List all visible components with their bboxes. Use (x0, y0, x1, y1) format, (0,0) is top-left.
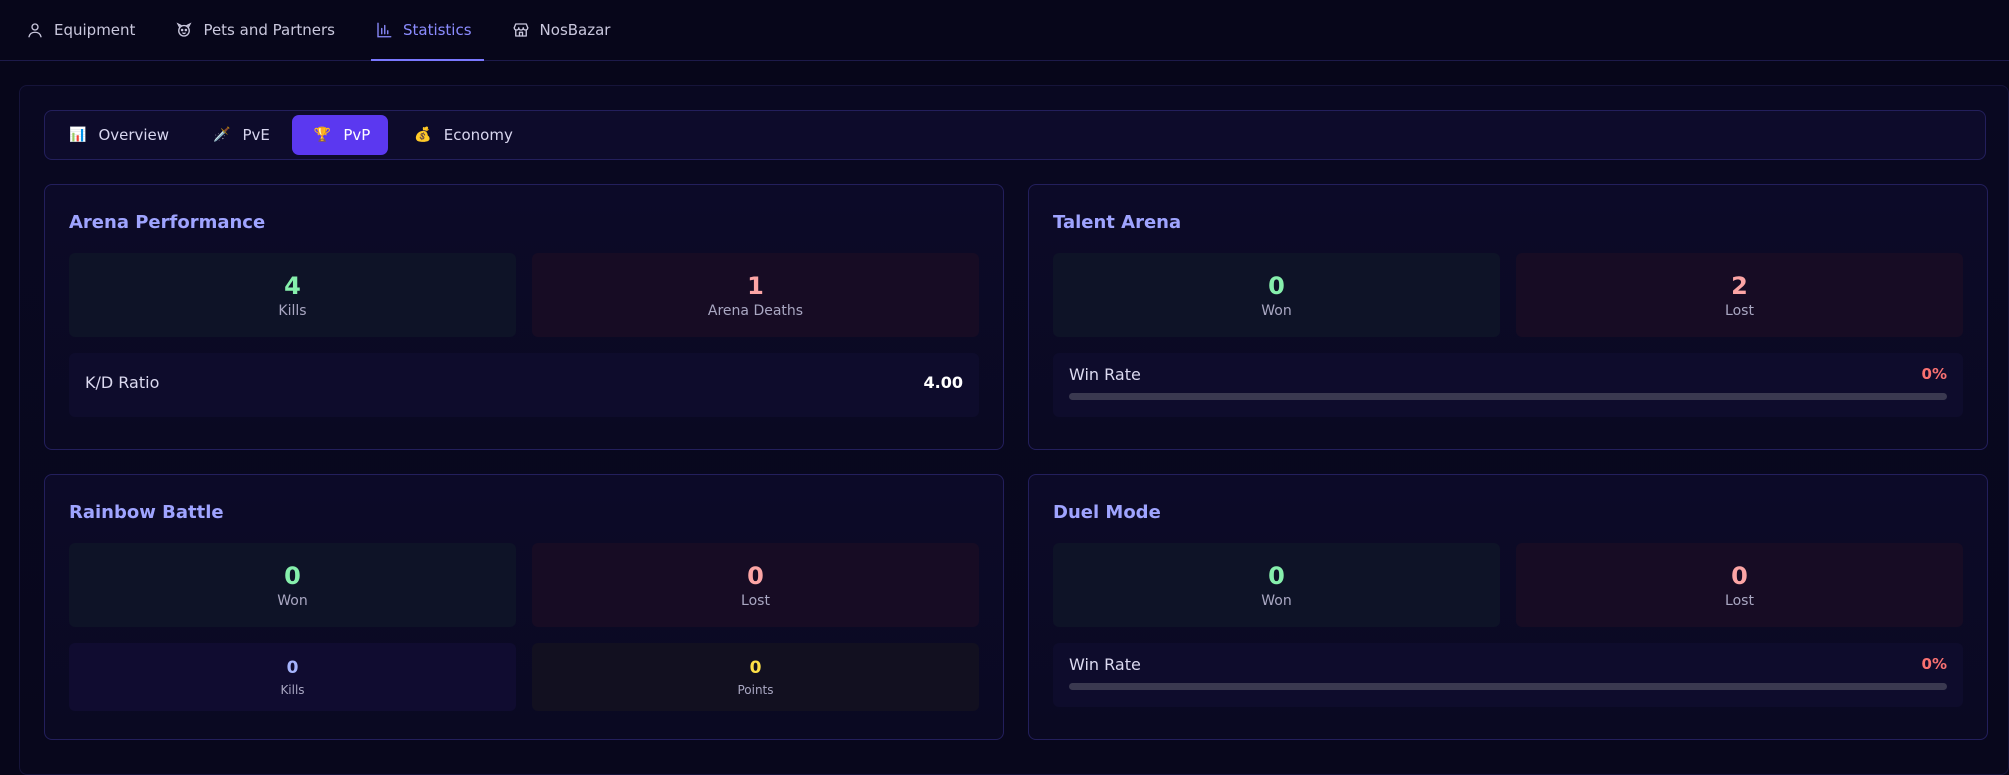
stat-value: 0 (286, 658, 299, 678)
kd-ratio-value: 4.00 (923, 373, 963, 392)
nav-tab-nosbazar[interactable]: NosBazar (508, 0, 623, 60)
duel-winrate-row: Win Rate 0% (1053, 643, 1963, 707)
stat-label: Arena Deaths (707, 303, 804, 319)
stat-label: Lost (1725, 303, 1754, 319)
card-title: Talent Arena (1053, 212, 1182, 233)
stat-value: 0 (1268, 272, 1285, 300)
stat-value: 0 (284, 562, 301, 590)
stat-value: 0 (747, 562, 764, 590)
winrate-value: 0% (1921, 655, 1947, 673)
duel-mode-card: Duel Mode 0 Won 0 Lost Win Rate 0% (1028, 474, 1988, 740)
talent-arena-card: Talent Arena 0 Won 2 Lost Win Rate 0% (1028, 184, 1988, 450)
winrate-label: Win Rate (1069, 365, 1141, 384)
arena-performance-card: Arena Performance 4 Kills 1 Arena Deaths… (44, 184, 1004, 450)
person-icon (28, 23, 42, 38)
rainbow-won-stat: 0 Won (69, 543, 516, 627)
card-title: Duel Mode (1053, 502, 1161, 523)
rainbow-battle-card: Rainbow Battle 0 Won 0 Lost 0 Kills 0 Po… (44, 474, 1004, 740)
stat-label: Won (1261, 593, 1292, 609)
talent-lost-stat: 2 Lost (1516, 253, 1963, 337)
stat-label: Won (1261, 303, 1292, 319)
talent-won-stat: 0 Won (1053, 253, 1500, 337)
winrate-progress-bar (1069, 683, 1947, 690)
card-title: Arena Performance (69, 212, 266, 233)
winrate-label: Win Rate (1069, 655, 1141, 674)
rainbow-kills-stat: 0 Kills (69, 643, 516, 711)
bar-chart-icon (377, 22, 392, 38)
stat-value: 0 (1268, 562, 1285, 590)
chart-emoji-icon: 📊 (69, 127, 87, 143)
nav-tab-label: Statistics (402, 21, 472, 39)
subtab-label: PvE (242, 126, 270, 144)
nav-tab-pets-and-partners[interactable]: Pets and Partners (171, 0, 347, 60)
stat-label: Kills (278, 303, 307, 319)
rainbow-lost-stat: 0 Lost (532, 543, 979, 627)
stat-label: Lost (1725, 593, 1754, 609)
winrate-value: 0% (1921, 365, 1947, 383)
subtab-pve[interactable]: 🗡️ PvE (191, 115, 288, 155)
subtab-label: Overview (98, 126, 170, 144)
money-bag-emoji-icon: 💰 (414, 127, 432, 143)
store-icon (513, 23, 528, 37)
nav-tab-label: Equipment (54, 21, 136, 39)
duel-won-stat: 0 Won (1053, 543, 1500, 627)
arena-kills-stat: 4 Kills (69, 253, 516, 337)
subtab-pvp[interactable]: 🏆 PvP (291, 115, 389, 155)
nav-tab-statistics[interactable]: Statistics (370, 0, 484, 61)
card-title: Rainbow Battle (69, 502, 224, 523)
subtab-economy[interactable]: 💰 Economy (392, 115, 531, 155)
rainbow-points-stat: 0 Points (532, 643, 979, 711)
main-nav: Equipment Pets and Partners Statistics N… (0, 0, 2009, 61)
nav-tab-label: Pets and Partners (203, 21, 335, 39)
kd-ratio-label: K/D Ratio (85, 373, 160, 392)
stat-value: 0 (1731, 562, 1748, 590)
arena-deaths-stat: 1 Arena Deaths (532, 253, 979, 337)
subtab-label: Economy (443, 126, 513, 144)
duel-lost-stat: 0 Lost (1516, 543, 1963, 627)
stat-label: Lost (741, 593, 770, 609)
dagger-emoji-icon: 🗡️ (213, 127, 231, 143)
stat-value: 4 (284, 272, 301, 300)
stat-label: Points (737, 683, 774, 697)
trophy-emoji-icon: 🏆 (313, 127, 332, 143)
stat-label: Kills (280, 683, 305, 697)
talent-winrate-row: Win Rate 0% (1053, 353, 1963, 417)
stat-value: 0 (749, 658, 762, 678)
subtab-label: PvP (343, 126, 371, 144)
nav-tab-label: NosBazar (539, 21, 611, 39)
kd-ratio-row: K/D Ratio 4.00 (69, 353, 979, 417)
stat-value: 2 (1731, 272, 1748, 300)
pet-icon (176, 22, 192, 37)
winrate-progress-bar (1069, 393, 1947, 400)
statistics-subtabs: 📊 Overview 🗡️ PvE 🏆 PvP 💰 Economy (44, 110, 1986, 160)
subtab-overview[interactable]: 📊 Overview (47, 115, 187, 155)
nav-tab-equipment[interactable]: Equipment (22, 0, 147, 60)
stat-value: 1 (747, 272, 764, 300)
stat-label: Won (277, 593, 308, 609)
